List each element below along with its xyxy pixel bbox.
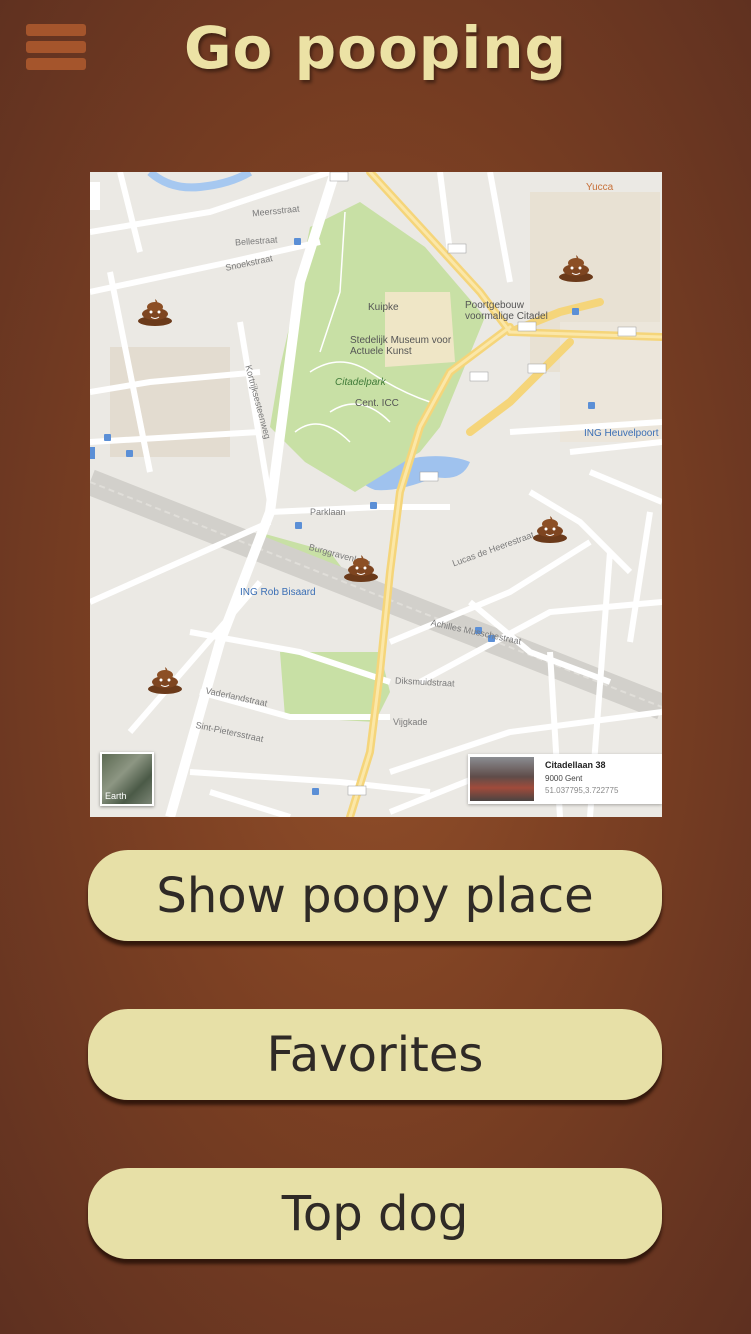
earth-label: Earth: [105, 791, 127, 801]
poop-marker-icon[interactable]: [146, 664, 184, 694]
favorites-button[interactable]: Favorites: [88, 1009, 662, 1100]
park-label: Citadelpark: [335, 377, 386, 388]
poop-marker-icon[interactable]: [342, 552, 380, 582]
place-city: 9000 Gent: [545, 774, 583, 783]
street-view-thumbnail[interactable]: [470, 757, 534, 801]
poi-label: Kuipke: [368, 302, 399, 313]
poi-label: ING Heuvelpoort: [584, 428, 659, 439]
poi-label: Stedelijk Museum voor Actuele Kunst: [350, 335, 452, 357]
show-poopy-place-button[interactable]: Show poopy place: [88, 850, 662, 941]
poop-marker-icon[interactable]: [531, 513, 569, 543]
satellite-view-toggle[interactable]: Earth: [100, 752, 154, 806]
poop-marker-icon[interactable]: [136, 296, 174, 326]
page-title: Go pooping: [183, 14, 568, 82]
poi-label: ING Rob Bisaard: [240, 587, 316, 598]
map-view[interactable]: Meersstraat Bellestraat Snoekstraat Kuip…: [90, 172, 662, 817]
poop-marker-icon[interactable]: [557, 252, 595, 282]
place-coordinates: 51.037795,3.722775: [545, 786, 619, 795]
street-label: Parklaan: [310, 507, 346, 517]
place-name: Citadellaan 38: [545, 760, 606, 770]
place-card[interactable]: Citadellaan 38 9000 Gent 51.037795,3.722…: [468, 754, 662, 804]
poi-label: Poortgebouw voormalige Citadel: [465, 300, 548, 322]
street-label: Vijgkade: [393, 717, 428, 727]
poi-label: Cent. ICC: [355, 398, 399, 409]
poi-label: Yucca: [586, 182, 614, 193]
top-dog-button[interactable]: Top dog: [88, 1168, 662, 1259]
